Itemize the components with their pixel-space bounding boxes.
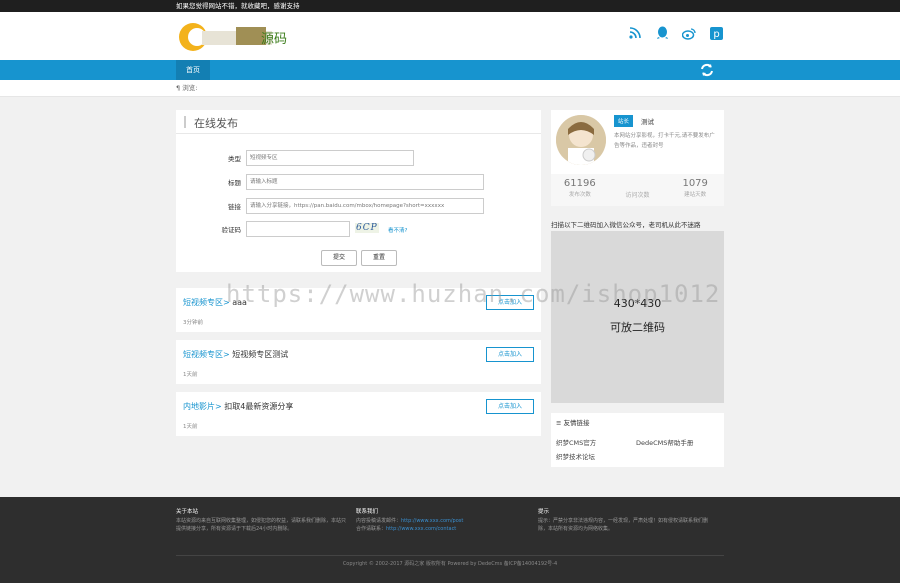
stat-label: 建站天数 [684,192,707,198]
footer-contact-heading: 联系我们 [356,509,379,515]
post-time: 1天前 [183,424,198,430]
top-bar: 如果您觉得网站不错，就收藏吧，感谢支持 [0,0,900,12]
footer-divider [176,555,724,556]
footer-about-heading: 关于本站 [176,509,199,515]
rss-icon[interactable] [627,25,643,41]
submit-button[interactable]: 提交 [321,250,357,266]
copyright: Copyright © 2002-2017 源码之家 版权所有 Powered … [342,561,558,567]
friend-links: ≡ 友情链接 织梦CMS官方 DedeCMS帮助手册 织梦技术论坛 [551,413,724,467]
footer-contact-line: 内容投稿请发邮件： [356,518,402,524]
stats: 61196 发布次数 访问次数 1079 建站天数 [551,174,724,206]
title-input[interactable]: 请输入标题 [246,174,484,190]
stat-label: 发布次数 [568,192,591,198]
site-logo[interactable]: 源码 [176,19,296,55]
link-input[interactable]: 请输入分享链接，https://pan.baidu.com/mbox/homep… [246,198,484,214]
reset-button[interactable]: 重置 [361,250,397,266]
weibo-icon[interactable] [681,25,697,41]
qr-placeholder: 430*430 可放二维码 [551,231,724,403]
list-icon: ≡ [556,419,562,427]
post-item: 短视频专区> 短视频专区测试 1天前 点击加入 [176,340,541,384]
topbar-notice: 如果您觉得网站不错，就收藏吧，感谢支持 [176,2,300,10]
captcha-refresh-link[interactable]: 看不清? [388,226,407,234]
publish-form: 在线发布 类型 短视频专区 标题 请输入标题 链接 请输入分享链接，https:… [176,110,541,272]
post-time: 3分钟前 [183,320,203,326]
footer: 关于本站 本站资源均来自互联网收集整理，如侵犯您的权益，请联系我们删除，本站只提… [0,497,900,583]
post-category[interactable]: 内地影片> [183,402,222,411]
breadcrumb-text: 浏览: [182,84,198,92]
nav-home[interactable]: 首页 [176,60,210,80]
stat-value: 访问次数 [625,192,650,199]
breadcrumb: ¶ 浏览: [0,80,900,97]
user-name: 测试 [641,118,654,126]
main-nav: 首页 [0,60,900,80]
watermark: https://www.huzhan.com/ishop1012 [226,280,721,308]
post-category[interactable]: 短视频专区> [183,298,230,307]
link-label: 链接 [228,203,241,211]
refresh-icon[interactable] [700,63,714,79]
social-links: p [627,25,724,41]
flag-icon: ¶ [176,84,181,92]
captcha-input[interactable] [246,221,350,237]
footer-about-text: 本站资源均来自互联网收集整理，如侵犯您的权益，请联系我们删除，本站只提供链接分享… [176,518,347,532]
post-category[interactable]: 短视频专区> [183,350,230,359]
friend-link[interactable]: 织梦技术论坛 [556,451,595,461]
join-button[interactable]: 点击加入 [486,347,534,362]
footer-link[interactable]: http://www.xxx.com/contact [386,526,456,532]
qr-text: 可放二维码 [610,321,665,334]
footer-link[interactable]: http://www.xxx.com/post [401,518,463,524]
post-time: 1天前 [183,372,198,378]
captcha-image[interactable]: 6CP [355,223,379,233]
user-intro: 本网站分享影视，打卡千元,请不要发布广告等作品，违者封号 [614,133,715,149]
title-label: 标题 [228,179,241,187]
post-item: 内地影片> 扣取4最新资源分享 1天前 点击加入 [176,392,541,436]
footer-tips-text: 提示：严禁分享非法违规内容，一经发现，严肃处理！如有侵权请联系我们删除，本站所有… [538,518,709,532]
captcha-label: 验证码 [221,226,242,234]
profile-card: 站长 测试 本网站分享影视，打卡千元,请不要发布广告等作品，违者封号 61196… [551,110,724,206]
qq-icon[interactable] [654,25,670,41]
type-label: 类型 [228,155,241,163]
header: 源码 p [0,12,900,60]
role-badge: 站长 [614,115,634,127]
stat-value: 61196 [563,178,596,189]
friend-link[interactable]: DedeCMS帮助手册 [636,437,693,447]
post-title[interactable]: 短视频专区测试 [232,350,288,359]
post-title[interactable]: 扣取4最新资源分享 [224,402,293,411]
avatar[interactable] [556,115,606,165]
stat-value: 1079 [682,178,708,189]
join-button[interactable]: 点击加入 [486,399,534,414]
footer-contact-line: 合作请联系： [356,526,387,532]
publish-title: 在线发布 [194,117,238,130]
links-heading: 友情链接 [563,419,590,427]
friend-link[interactable]: 织梦CMS官方 [556,437,596,447]
qr-caption: 扫描以下二维码加入微信公众号，老司机从此不迷路 [551,221,701,229]
svg-text:p: p [713,29,719,40]
pinterest-icon[interactable]: p [708,25,724,41]
footer-tips-heading: 提示 [538,509,550,515]
logo-text: 源码 [261,32,287,47]
type-select[interactable]: 短视频专区 [246,150,414,166]
